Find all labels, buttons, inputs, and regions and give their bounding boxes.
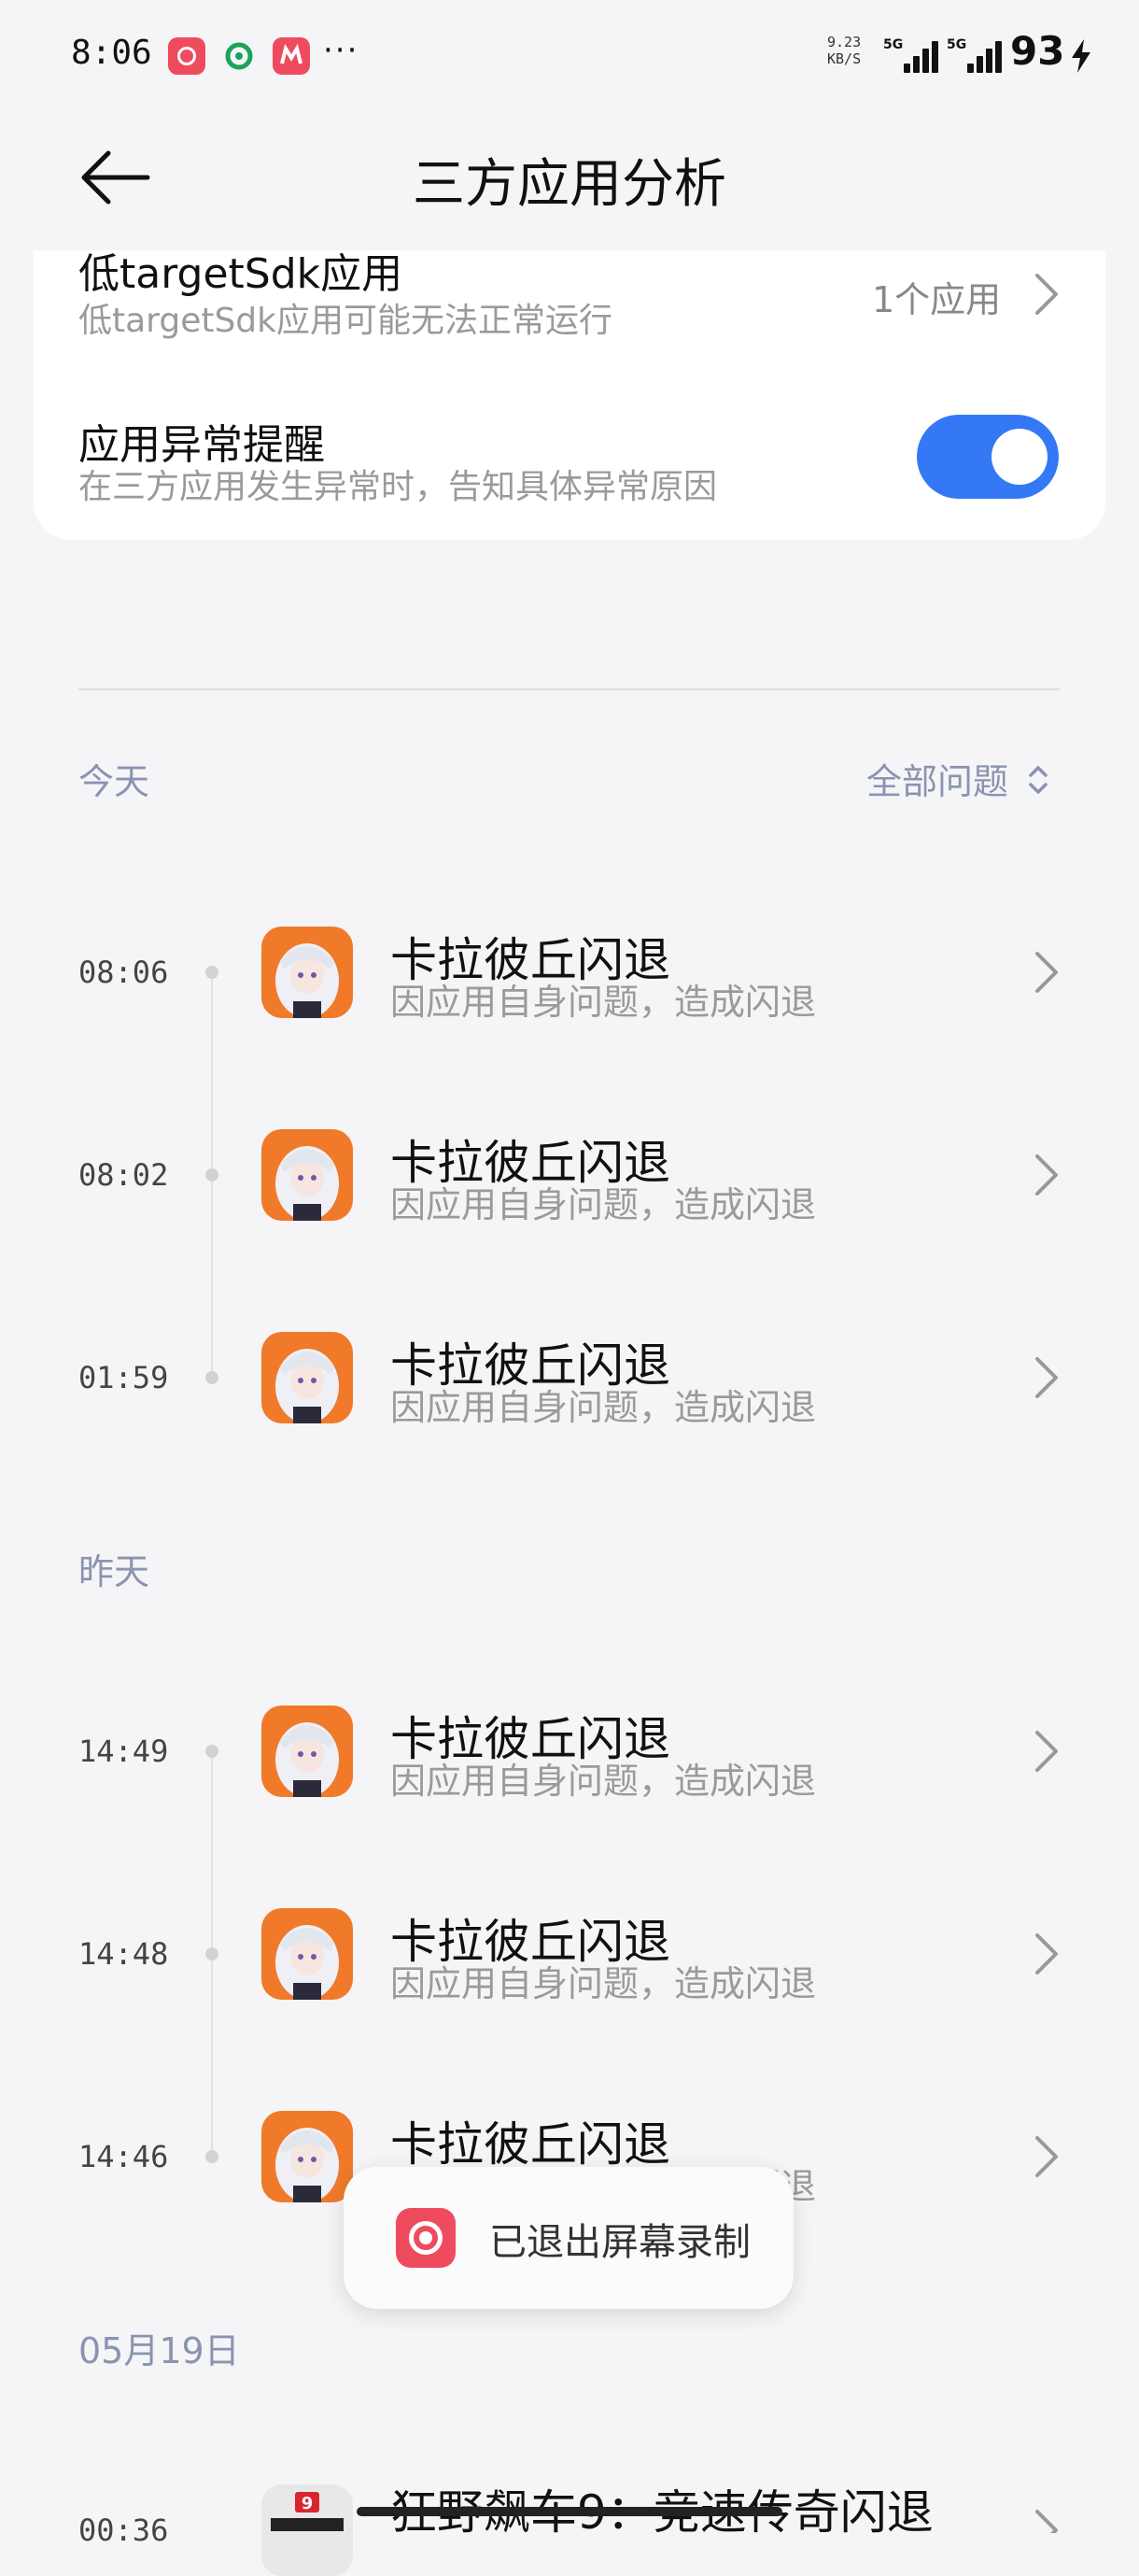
chevron-updown-icon[interactable]: [1025, 760, 1051, 798]
mobile-carrier-icon: [220, 37, 258, 75]
toast-message: 已退出屏幕录制: [489, 2221, 751, 2264]
list-item[interactable]: [34, 1694, 1105, 1810]
home-indicator[interactable]: [357, 2507, 782, 2516]
svg-text:9: 9: [302, 2494, 314, 2513]
divider: [78, 688, 1061, 690]
abnormal-alert-subtitle: 在三方应用发生异常时，告知具体异常原因: [78, 468, 718, 506]
bolt-icon: [1070, 39, 1092, 73]
low-target-sdk-title: 低targetSdk应用: [78, 250, 403, 298]
toggle-knob: [991, 429, 1048, 485]
list-item[interactable]: [34, 915, 1105, 1031]
section-today: 今天: [78, 761, 150, 802]
filter-dropdown[interactable]: 全部问题: [866, 753, 1008, 804]
list-item[interactable]: [34, 1118, 1105, 1234]
low-target-sdk-subtitle: 低targetSdk应用可能无法正常运行: [78, 302, 613, 340]
screen-record-icon: [396, 2208, 456, 2268]
sim1-network-label: 5G: [883, 37, 904, 52]
sim2-signal-icon: [967, 41, 1002, 73]
item-time: 00:36: [78, 2512, 169, 2548]
asphalt9-app-icon: 9: [261, 2484, 353, 2576]
network-speed: 9.23 KB/S: [827, 34, 862, 67]
battery-level: 93: [1010, 28, 1065, 74]
screen-record-icon: [168, 37, 205, 75]
section-date: 05月19日: [78, 2330, 240, 2371]
more-notifications: ···: [323, 32, 359, 69]
list-item[interactable]: [34, 1321, 1105, 1437]
chevron-right-icon: [1033, 271, 1061, 318]
list-item[interactable]: [34, 1897, 1105, 2013]
low-target-sdk-count: 1个应用: [872, 279, 1002, 320]
section-yesterday: 昨天: [78, 1551, 150, 1592]
abnormal-alert-toggle[interactable]: [917, 415, 1059, 499]
page-title: 三方应用分析: [413, 154, 726, 215]
sim2-network-label: 5G: [947, 37, 967, 52]
toast-notification: 已退出屏幕录制: [344, 2167, 794, 2309]
sim1-signal-icon: [904, 41, 938, 73]
status-time: 8:06: [71, 34, 152, 72]
chevron-right-icon[interactable]: [1033, 2507, 1061, 2533]
mall-app-icon: [273, 37, 310, 75]
